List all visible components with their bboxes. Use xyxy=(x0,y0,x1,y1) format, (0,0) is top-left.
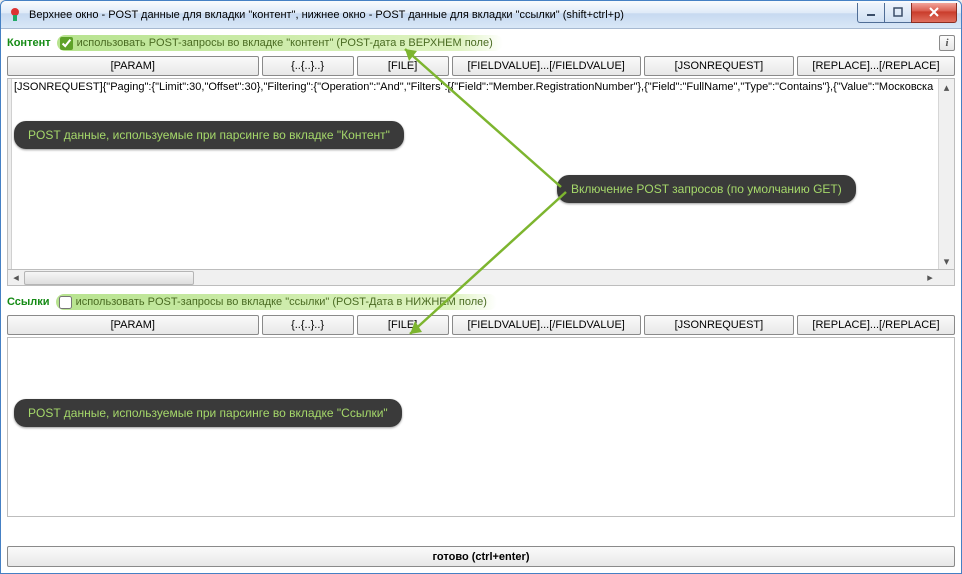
content-section-header: Контент использовать POST-запросы во вкл… xyxy=(7,33,955,53)
content-post-checkbox[interactable] xyxy=(60,37,73,50)
callout-links-post: POST данные, используемые при парсинге в… xyxy=(14,399,402,427)
content-post-checkbox-label: использовать POST-запросы во вкладке "ко… xyxy=(77,37,493,49)
scroll-corner xyxy=(938,270,954,286)
hscroll-thumb[interactable] xyxy=(24,271,194,285)
links-section-header: Ссылки использовать POST-запросы во вкла… xyxy=(7,292,955,312)
fieldvalue-button[interactable]: [FIELDVALUE]...[/FIELDVALUE] xyxy=(452,56,641,76)
scroll-right-icon[interactable]: ▸ xyxy=(922,271,938,285)
links-post-checkbox[interactable] xyxy=(59,296,72,309)
scroll-down-icon[interactable]: ▾ xyxy=(939,253,954,269)
links-toolbar: [PARAM] {..{..}..} [FILE] [FIELDVALUE]..… xyxy=(7,315,955,335)
replace-button-2[interactable]: [REPLACE]...[/REPLACE] xyxy=(797,315,955,335)
info-button[interactable]: i xyxy=(939,35,955,51)
window-title: Верхнее окно - POST данные для вкладки "… xyxy=(29,1,858,29)
vscroll-track[interactable] xyxy=(939,95,954,253)
brace-button-2[interactable]: {..{..}..} xyxy=(262,315,354,335)
links-editor[interactable] xyxy=(7,337,955,517)
content-editor-text[interactable]: [JSONREQUEST]{"Paging":{"Limit":30,"Offs… xyxy=(14,81,940,93)
content-label: Контент xyxy=(7,37,51,49)
scroll-up-icon[interactable]: ▴ xyxy=(939,79,954,95)
links-label: Ссылки xyxy=(7,296,50,308)
maximize-button[interactable] xyxy=(884,3,912,23)
app-icon xyxy=(7,7,23,23)
scroll-left-icon[interactable]: ◂ xyxy=(8,271,24,285)
vscrollbar[interactable]: ▴ ▾ xyxy=(938,79,954,269)
callout-content-post: POST данные, используемые при парсинге в… xyxy=(14,121,404,149)
file-button-2[interactable]: [FILE] xyxy=(357,315,449,335)
editor-gutter xyxy=(8,79,12,269)
minimize-button[interactable] xyxy=(857,3,885,23)
content-post-checkbox-wrap[interactable]: использовать POST-запросы во вкладке "ко… xyxy=(57,35,503,51)
fieldvalue-button-2[interactable]: [FIELDVALUE]...[/FIELDVALUE] xyxy=(452,315,641,335)
links-post-checkbox-label: использовать POST-запросы во вкладке "сс… xyxy=(76,296,487,308)
jsonrequest-button-2[interactable]: [JSONREQUEST] xyxy=(644,315,794,335)
callout-enable-post: Включение POST запросов (по умолчанию GE… xyxy=(557,175,856,203)
client-area: Контент использовать POST-запросы во вкл… xyxy=(1,29,961,573)
brace-button[interactable]: {..{..}..} xyxy=(262,56,354,76)
links-post-checkbox-wrap[interactable]: использовать POST-запросы во вкладке "сс… xyxy=(56,294,497,310)
hscroll-track[interactable] xyxy=(24,271,922,285)
content-toolbar: [PARAM] {..{..}..} [FILE] [FIELDVALUE]..… xyxy=(7,56,955,76)
content-editor[interactable]: [JSONREQUEST]{"Paging":{"Limit":30,"Offs… xyxy=(7,78,955,270)
window-controls xyxy=(858,3,957,23)
jsonrequest-button[interactable]: [JSONREQUEST] xyxy=(644,56,794,76)
close-button[interactable] xyxy=(911,3,957,23)
titlebar[interactable]: Верхнее окно - POST данные для вкладки "… xyxy=(1,1,961,29)
param-button-2[interactable]: [PARAM] xyxy=(7,315,259,335)
app-window: Верхнее окно - POST данные для вкладки "… xyxy=(0,0,962,574)
file-button[interactable]: [FILE] xyxy=(357,56,449,76)
ready-button[interactable]: готово (ctrl+enter) xyxy=(7,546,955,567)
param-button[interactable]: [PARAM] xyxy=(7,56,259,76)
replace-button[interactable]: [REPLACE]...[/REPLACE] xyxy=(797,56,955,76)
hscrollbar[interactable]: ◂ ▸ xyxy=(7,270,955,286)
